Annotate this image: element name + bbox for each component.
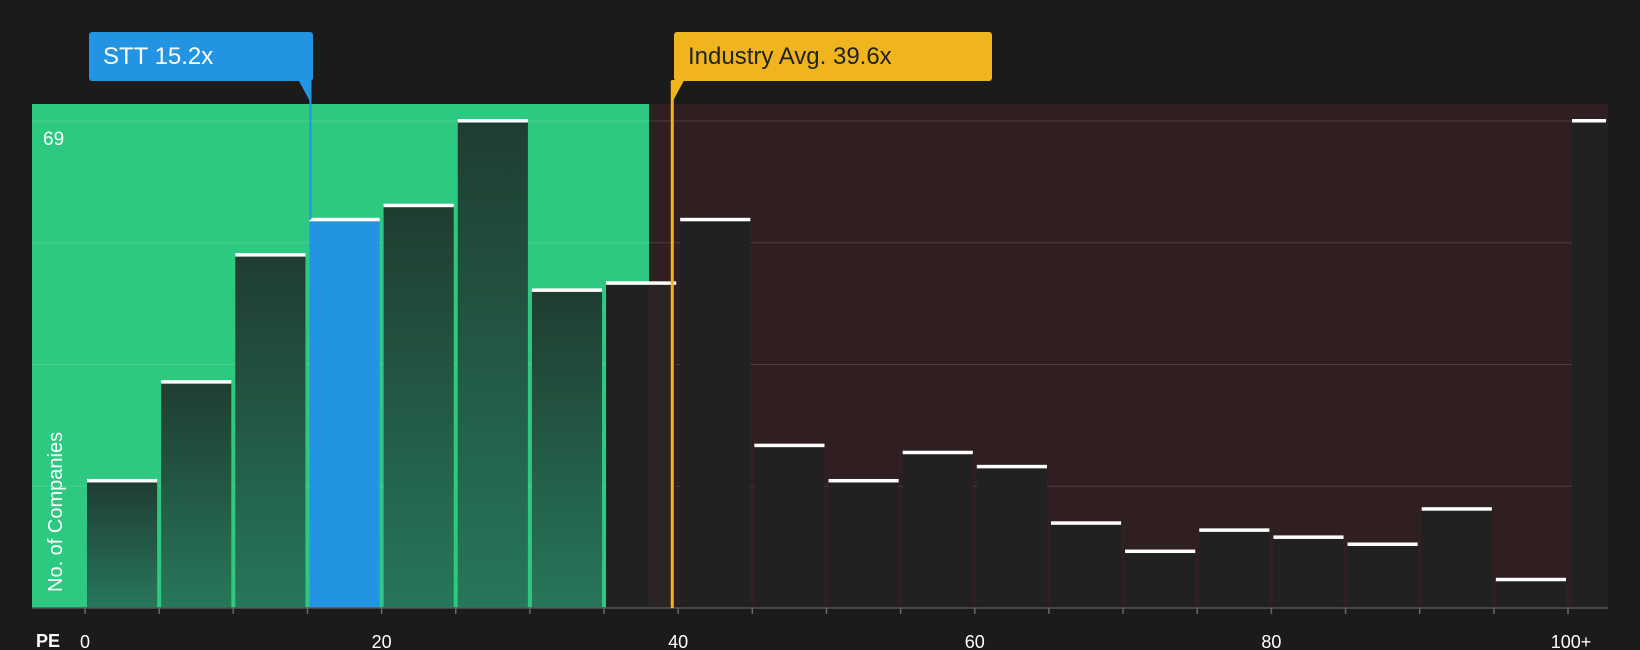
bar-cap-pe-65 [1050, 521, 1122, 525]
bar-pe-40 [680, 219, 751, 609]
y-max-label: 69 [43, 129, 64, 150]
bar-cap-pe-60 [976, 464, 1047, 469]
bar-pe-85 [1347, 544, 1418, 608]
bar-pe-90 [1421, 509, 1492, 608]
bar-cap-pe-35 [606, 281, 677, 285]
bar-pe-50 [828, 480, 899, 608]
bar-pe-65 [1050, 523, 1122, 608]
x-tick-label: 80 [1261, 632, 1281, 650]
bar-pe-75 [1199, 530, 1270, 608]
bar-pe-70 [1125, 551, 1196, 608]
bar-pe-30 [531, 290, 603, 608]
x-tick-label: 0 [80, 632, 90, 650]
x-axis-title: PE [36, 631, 60, 650]
bar-pe-5 [161, 382, 232, 608]
bar-cap-pe-0 [87, 478, 158, 483]
x-tick-label: 20 [372, 632, 392, 650]
bar-pe-25 [457, 121, 528, 608]
industry-avg-callout: Industry Avg. 39.6x [674, 32, 992, 81]
bar-pe-10 [235, 255, 306, 609]
bar-cap-pe-40 [680, 217, 751, 222]
bar-cap-pe-25 [457, 119, 528, 123]
bar-pe-15 [309, 219, 380, 609]
bar-pe-60 [976, 466, 1047, 608]
bar-cap-pe-15 [309, 217, 380, 222]
bar-cap-pe-10 [235, 253, 306, 257]
bar-pe-100 [1572, 121, 1608, 608]
bar-cap-pe-70 [1125, 549, 1196, 554]
bar-pe-95 [1495, 579, 1566, 608]
x-tick-label: 60 [965, 632, 985, 650]
bar-cap-pe-50 [828, 478, 899, 483]
x-ticks: 0 20 40 60 80 100+ [80, 608, 1591, 650]
bar-cap-pe-45 [754, 443, 825, 448]
bar-pe-20 [383, 205, 454, 608]
bar-cap-pe-5 [161, 380, 232, 384]
pe-distribution-chart: 0 20 40 60 80 100+ 69 No. of Companies PE [32, 80, 1608, 650]
bar-cap-pe-80 [1273, 535, 1344, 539]
stt-callout: STT 15.2x [89, 32, 313, 81]
bar-cap-pe-20 [383, 203, 454, 208]
bar-cap-pe-100 [1572, 119, 1606, 123]
x-tick-label: 40 [668, 632, 688, 650]
bar-pe-0 [87, 480, 158, 608]
bar-cap-pe-75 [1199, 528, 1270, 532]
bar-pe-45 [754, 445, 825, 608]
bar-cap-pe-95 [1495, 577, 1566, 582]
bar-cap-pe-55 [902, 450, 973, 455]
bar-cap-pe-85 [1347, 542, 1418, 546]
bar-pe-80 [1273, 537, 1344, 608]
bar-cap-pe-30 [531, 288, 603, 292]
bar-cap-pe-90 [1421, 507, 1492, 511]
x-tick-label: 100+ [1551, 632, 1592, 650]
y-axis-title: No. of Companies [45, 432, 67, 592]
bar-pe-55 [902, 452, 973, 608]
